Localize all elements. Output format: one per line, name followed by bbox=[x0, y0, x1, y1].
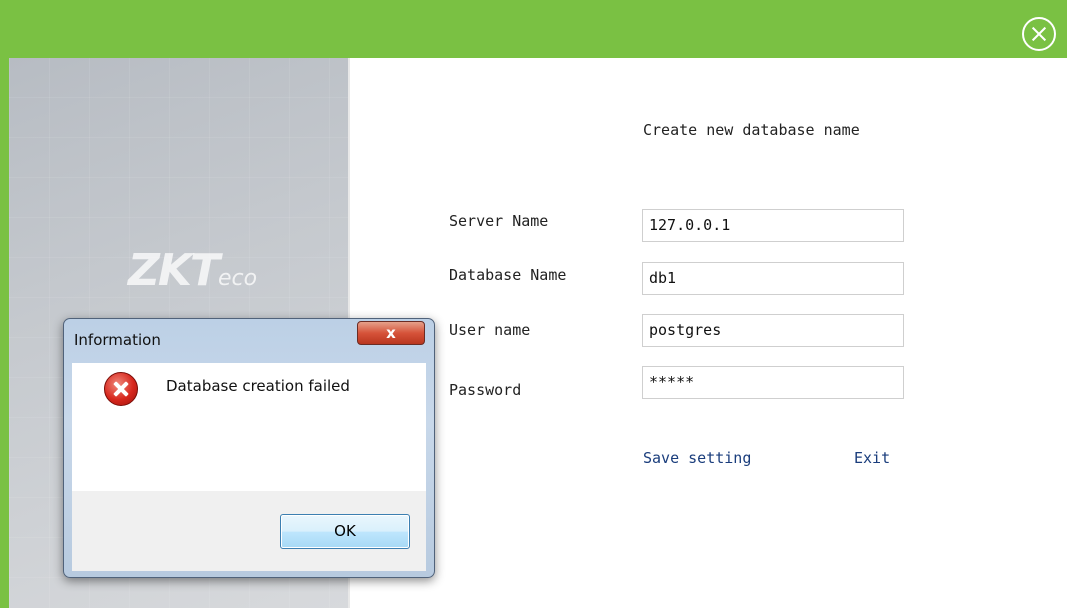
server-name-label: Server Name bbox=[449, 212, 549, 230]
logo-sub: eco bbox=[218, 266, 258, 291]
password-field[interactable]: ***** bbox=[642, 366, 904, 399]
user-name-label: User name bbox=[449, 321, 531, 339]
left-accent-border bbox=[0, 58, 9, 608]
dialog-close-button[interactable]: x bbox=[357, 321, 425, 345]
dialog-close-icon: x bbox=[386, 324, 396, 342]
save-setting-link[interactable]: Save setting bbox=[643, 449, 751, 467]
title-bar bbox=[0, 0, 1067, 58]
information-dialog: Information x Database creation failed O… bbox=[63, 318, 435, 578]
dialog-title: Information bbox=[74, 331, 161, 349]
user-name-field[interactable]: postgres bbox=[642, 314, 904, 347]
logo-main: ZKT bbox=[128, 245, 220, 296]
ok-button[interactable]: OK bbox=[280, 514, 410, 549]
password-label: Password bbox=[449, 381, 522, 399]
exit-link[interactable]: Exit bbox=[854, 449, 890, 467]
database-name-label: Database Name bbox=[449, 266, 567, 284]
error-icon bbox=[104, 372, 138, 406]
form-heading: Create new database name bbox=[643, 121, 860, 139]
database-name-field[interactable]: db1 bbox=[642, 262, 904, 295]
close-window-icon[interactable] bbox=[1022, 17, 1056, 51]
dialog-message: Database creation failed bbox=[166, 377, 350, 395]
company-logo: ZKTeco bbox=[128, 245, 257, 296]
server-name-field[interactable]: 127.0.0.1 bbox=[642, 209, 904, 242]
